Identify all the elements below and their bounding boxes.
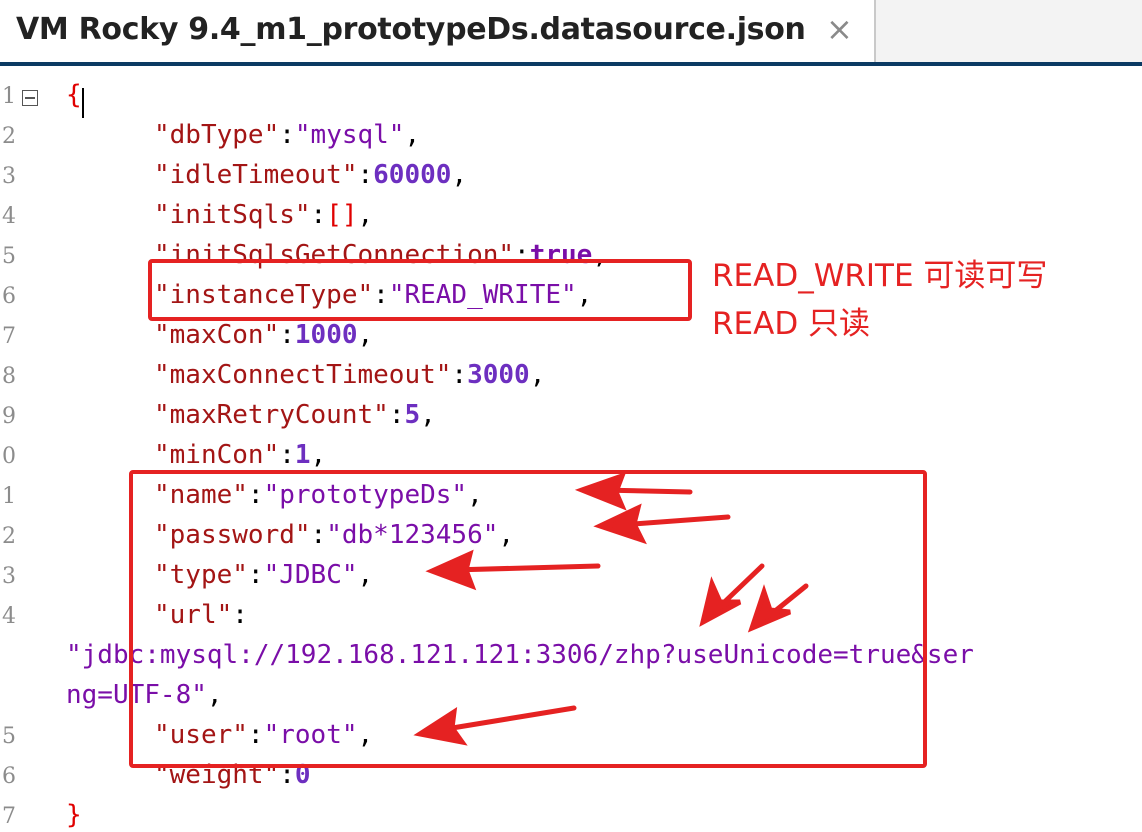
annotation-arrows bbox=[413, 471, 809, 746]
arrow-head-url-2 bbox=[747, 584, 791, 633]
arrow-head-password bbox=[593, 503, 647, 545]
arrow-head-type bbox=[425, 549, 477, 591]
arrow-to-user bbox=[437, 705, 577, 733]
arrow-head-name bbox=[574, 471, 627, 511]
arrow-to-type bbox=[449, 563, 601, 573]
